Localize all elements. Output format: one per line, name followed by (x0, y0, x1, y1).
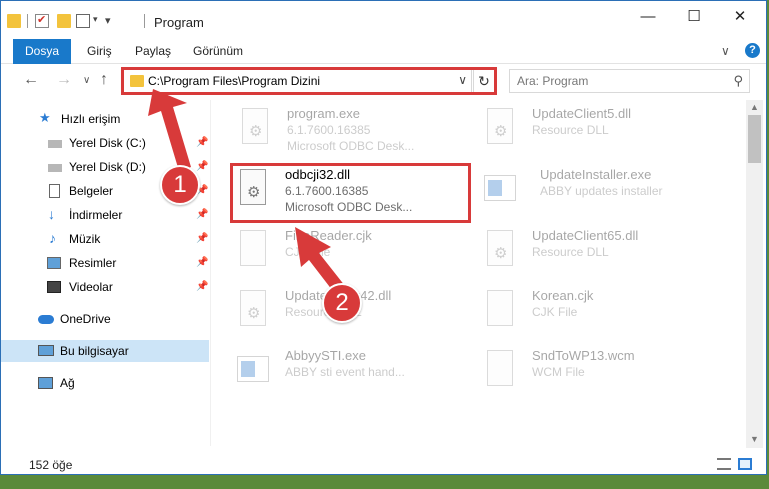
arrow-1 (148, 89, 191, 171)
annotation-arrows (148, 89, 349, 299)
explorer-window: ▾ ▾ Program — ☐ ✕ Dosya Giriş Paylaş Gör… (0, 0, 767, 475)
step-2-badge: 2 (322, 283, 362, 323)
step-1-badge: 1 (160, 165, 200, 205)
